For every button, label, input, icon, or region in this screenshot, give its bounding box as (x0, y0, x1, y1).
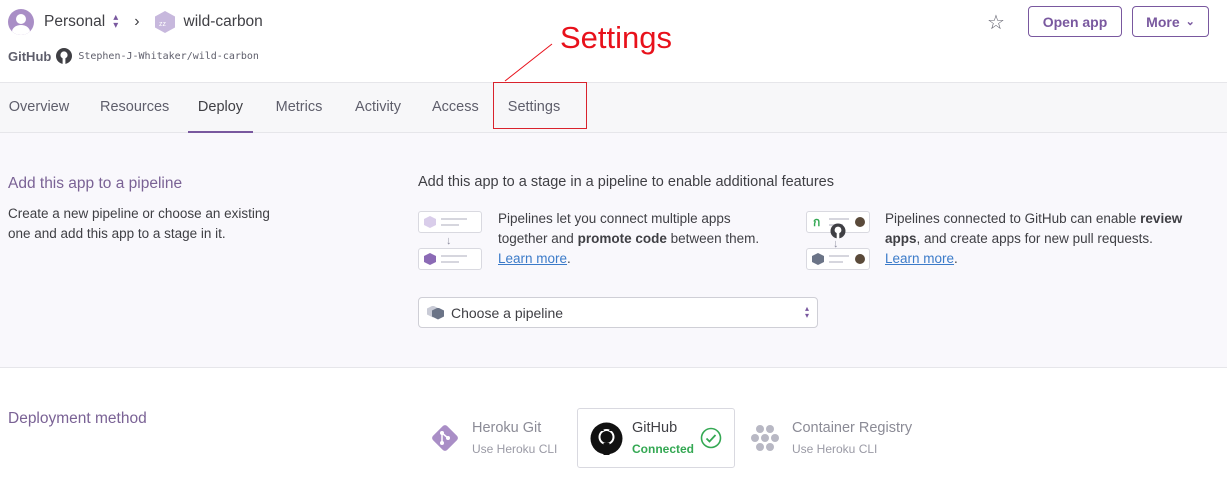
deployment-method-title: Deployment method (8, 410, 147, 427)
tab-access[interactable]: Access (432, 83, 479, 133)
method-heroku-git[interactable]: Heroku Git Use Heroku CLI (428, 408, 557, 468)
tab-metrics[interactable]: Metrics (274, 83, 324, 133)
account-avatar-icon[interactable] (8, 9, 34, 35)
method-container-registry[interactable]: Container Registry Use Heroku CLI (750, 408, 912, 468)
annotation-label: Settings (560, 20, 673, 55)
github-large-icon (590, 422, 623, 455)
app-name-link[interactable]: wild-carbon (184, 13, 263, 31)
heroku-git-name: Heroku Git (472, 420, 542, 436)
app-sleeping-icon: zz (154, 11, 175, 33)
check-circle-icon (700, 427, 722, 449)
chevron-down-icon: ⌄ (1185, 16, 1195, 28)
feature-promote: Pipelines let you connect multiple apps … (498, 211, 760, 266)
github-connection: GitHub Stephen-J-Whitaker/wild-carbon (8, 48, 259, 64)
container-registry-sub: Use Heroku CLI (792, 442, 878, 456)
github-repo-link[interactable]: Stephen-J-Whitaker/wild-carbon (78, 51, 259, 62)
svg-text:zz: zz (159, 21, 167, 28)
sort-updown-icon[interactable]: ▴ ▾ (113, 13, 118, 31)
pipeline-select[interactable]: Choose a pipeline ▴ ▾ (418, 297, 818, 328)
learn-more-link-2[interactable]: Learn more (885, 251, 954, 266)
pipeline-heading: Add this app to a stage in a pipeline to… (418, 174, 834, 190)
more-button[interactable]: More ⌄ (1132, 6, 1209, 37)
more-label: More (1146, 13, 1180, 30)
feature-promote-text-b: between them. (666, 231, 760, 246)
open-app-button[interactable]: Open app (1028, 6, 1122, 37)
pipeline-section: Add this app to a pipeline Create a new … (0, 133, 1227, 368)
pipeline-icon (427, 305, 445, 320)
github-label: GitHub (8, 48, 52, 64)
select-updown-icon: ▴ ▾ (804, 304, 809, 320)
container-registry-name: Container Registry (792, 420, 913, 436)
feature-review-text-b: , and create apps for new pull requests. (916, 231, 1153, 246)
tab-deploy[interactable]: Deploy (188, 83, 253, 133)
heroku-git-icon (432, 425, 458, 451)
account-switcher[interactable]: Personal (44, 13, 105, 31)
heroku-git-sub: Use Heroku CLI (472, 442, 558, 456)
favorite-star-icon[interactable]: ☆ (987, 10, 1005, 35)
feature-review-apps: Pipelines connected to GitHub can enable… (885, 211, 1183, 266)
pipeline-select-value: Choose a pipeline (451, 304, 564, 321)
feature-review-text-a: Pipelines connected to GitHub can enable (885, 211, 1141, 226)
tab-overview[interactable]: Overview (8, 83, 70, 133)
github-method-name: GitHub (632, 420, 678, 436)
breadcrumb: Personal ▴ ▾ › zz wild-carbon (8, 8, 263, 36)
tab-resources[interactable]: Resources (100, 83, 169, 133)
container-registry-icon (751, 425, 779, 451)
tab-activity[interactable]: Activity (353, 83, 403, 133)
app-tabs: Overview Resources Deploy Metrics Activi… (0, 82, 1227, 133)
open-app-label: Open app (1042, 13, 1108, 30)
annotation-highlight-box (493, 82, 587, 129)
feature-promote-bold: promote code (577, 231, 667, 246)
pipeline-description: Create a new pipeline or choose an exist… (8, 206, 270, 241)
github-connected-status: Connected (632, 442, 695, 456)
arrow-down-icon: ↓ (446, 235, 452, 247)
method-github[interactable]: GitHub Connected (577, 408, 735, 468)
chevron-right-icon: › (134, 13, 140, 30)
pipeline-title: Add this app to a pipeline (8, 175, 183, 192)
learn-more-link[interactable]: Learn more (498, 251, 567, 266)
github-small-icon (830, 223, 846, 239)
github-icon (56, 48, 73, 64)
